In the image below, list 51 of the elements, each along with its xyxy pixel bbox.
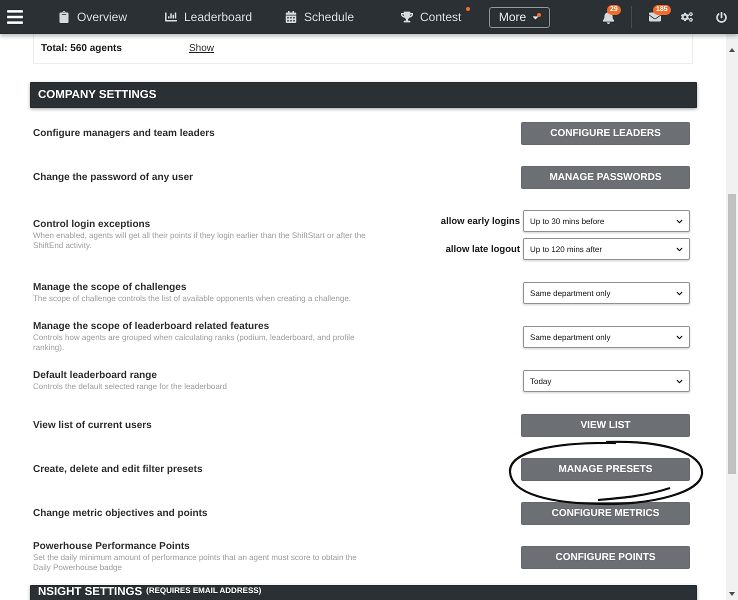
- chevron-down-icon: [676, 246, 683, 252]
- action-button[interactable]: VIEW LIST: [521, 414, 690, 436]
- select-label: allow early logins: [440, 216, 520, 226]
- setting-label: Control login exceptions: [33, 219, 152, 230]
- dropdown-select[interactable]: Up to 120 mins after: [523, 238, 690, 260]
- section-note: (REQUIRES EMAIL ADDRESS): [146, 586, 262, 595]
- dropdown-select[interactable]: Same department only: [523, 282, 690, 304]
- trophy-icon: [401, 11, 413, 23]
- section-title: NSIGHT SETTINGS: [38, 586, 142, 598]
- setting-label: Configure managers and team leaders: [33, 128, 216, 138]
- more-button[interactable]: More: [489, 6, 550, 28]
- envelope-icon: [649, 11, 661, 23]
- setting-description: Set the daily minimum amount of performance points that an agent must score to obtain the Daily Powerhouse badge: [33, 553, 358, 573]
- section-title: COMPANY SETTINGS: [38, 89, 156, 101]
- power-icon: [716, 12, 726, 22]
- menu-icon[interactable]: [6, 8, 24, 26]
- agent-total: Total: 560 agents: [41, 43, 123, 54]
- dropdown-select[interactable]: Today: [523, 370, 690, 392]
- show-link[interactable]: Show: [189, 43, 214, 54]
- action-button[interactable]: CONFIGURE LEADERS: [521, 122, 690, 144]
- setting-description: The scope of challenge controls the list of available opponents when creating a challenge.: [33, 294, 352, 304]
- chevron-down-icon: [676, 290, 683, 296]
- action-button[interactable]: MANAGE PASSWORDS: [521, 166, 690, 188]
- clipboard-icon: [58, 11, 70, 23]
- bar-chart-icon: [165, 11, 177, 23]
- setting-description: Controls the default selected range for the leaderboard: [33, 382, 228, 392]
- setting-description: When enabled, agents will get all their points if they login earlier than the ShiftStart or after the ShiftEnd activity.: [33, 231, 367, 251]
- action-button[interactable]: CONFIGURE METRICS: [521, 502, 690, 524]
- setting-label: Change the password of any user: [33, 172, 194, 182]
- setting-label: Change metric objectives and points: [33, 508, 208, 518]
- setting-label: Create, delete and edit filter presets: [33, 464, 204, 474]
- setting-label: Powerhouse Performance Points: [33, 541, 191, 552]
- setting-description: Controls how agents are grouped when calculating ranks (podium, leaderboard, and profile ranking).: [33, 333, 356, 353]
- select-label: allow late logout: [446, 244, 520, 254]
- setting-label: Manage the scope of challenges: [33, 282, 188, 293]
- settings-icon: [681, 11, 693, 23]
- scrollbar[interactable]: [726, 34, 738, 600]
- dropdown-select[interactable]: Up to 30 mins before: [523, 210, 690, 232]
- action-button[interactable]: MANAGE PRESETS: [521, 458, 690, 480]
- action-button[interactable]: CONFIGURE POINTS: [521, 546, 690, 568]
- setting-label: View list of current users: [33, 420, 153, 430]
- setting-label: Default leaderboard range: [33, 370, 158, 381]
- chevron-down-icon: [676, 218, 683, 224]
- nav-link[interactable]: Leaderboard: [165, 10, 285, 24]
- nav-link[interactable]: Schedule: [285, 10, 401, 24]
- calendar-icon: [285, 11, 297, 23]
- chevron-down-icon: [676, 334, 683, 340]
- setting-label: Manage the scope of leaderboard related features: [33, 321, 270, 332]
- nav-link[interactable]: Overview: [58, 10, 165, 24]
- dropdown-select[interactable]: Same department only: [523, 326, 690, 348]
- chevron-down-icon: [676, 378, 683, 384]
